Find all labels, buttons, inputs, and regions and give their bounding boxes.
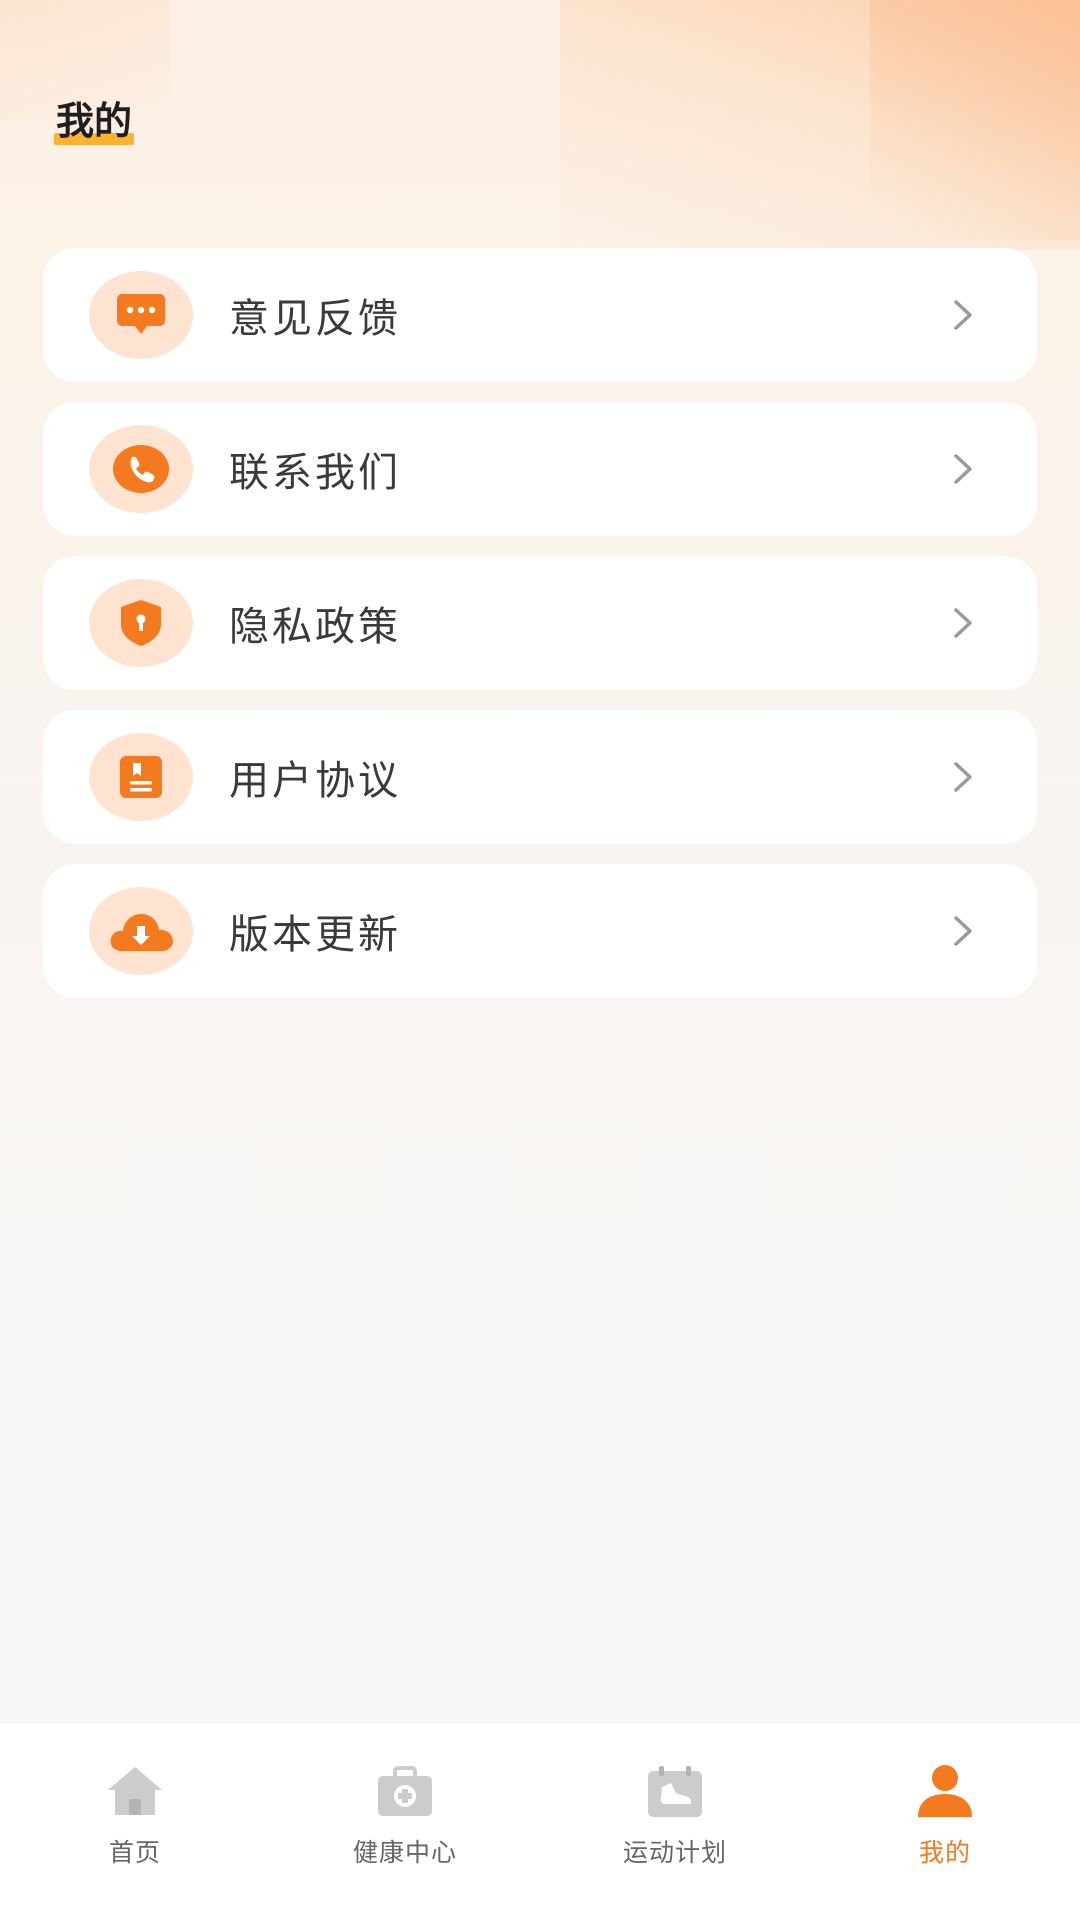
menu-list: 意见反馈 联系我们 隐私政策 用户协议 版本更新: [43, 248, 1037, 1018]
cloud-download-icon: [89, 887, 193, 975]
chevron-right-icon: [954, 608, 972, 638]
menu-item-label: 用户协议: [229, 758, 401, 804]
menu-item-user-agreement[interactable]: 用户协议: [43, 710, 1037, 844]
user-icon: [918, 1765, 972, 1817]
chevron-right-icon: [954, 762, 972, 792]
tab-health-center[interactable]: 健康中心: [270, 1723, 540, 1920]
tab-home[interactable]: 首页: [0, 1723, 270, 1920]
tab-label: 我的: [918, 1838, 971, 1867]
menu-item-version-update[interactable]: 版本更新: [43, 864, 1037, 998]
menu-item-label: 联系我们: [229, 450, 401, 496]
page-title: 我的: [53, 90, 135, 145]
tab-label: 运动计划: [622, 1838, 727, 1867]
tab-exercise-plan[interactable]: 运动计划: [540, 1723, 810, 1920]
home-icon: [108, 1767, 162, 1815]
background-decoration: [560, 0, 1080, 250]
menu-item-contact[interactable]: 联系我们: [43, 402, 1037, 536]
tab-label: 首页: [108, 1838, 161, 1867]
chevron-right-icon: [954, 300, 972, 330]
phone-icon: [89, 425, 193, 513]
menu-item-privacy[interactable]: 隐私政策: [43, 556, 1037, 690]
chevron-right-icon: [954, 454, 972, 484]
menu-item-label: 意见反馈: [229, 296, 401, 342]
message-icon: [89, 271, 193, 359]
shield-lock-icon: [89, 579, 193, 667]
menu-item-feedback[interactable]: 意见反馈: [43, 248, 1037, 382]
chevron-right-icon: [954, 916, 972, 946]
menu-item-label: 隐私政策: [229, 604, 401, 650]
tab-label: 健康中心: [352, 1838, 457, 1867]
tab-mine[interactable]: 我的: [810, 1723, 1080, 1920]
sneaker-calendar-icon: [648, 1766, 702, 1817]
background-decoration: [870, 0, 1080, 240]
bottom-tab-bar: 首页 健康中心 运动计划 我的: [0, 1722, 1080, 1920]
medical-kit-icon: [378, 1766, 432, 1816]
document-icon: [89, 733, 193, 821]
menu-item-label: 版本更新: [229, 912, 401, 958]
